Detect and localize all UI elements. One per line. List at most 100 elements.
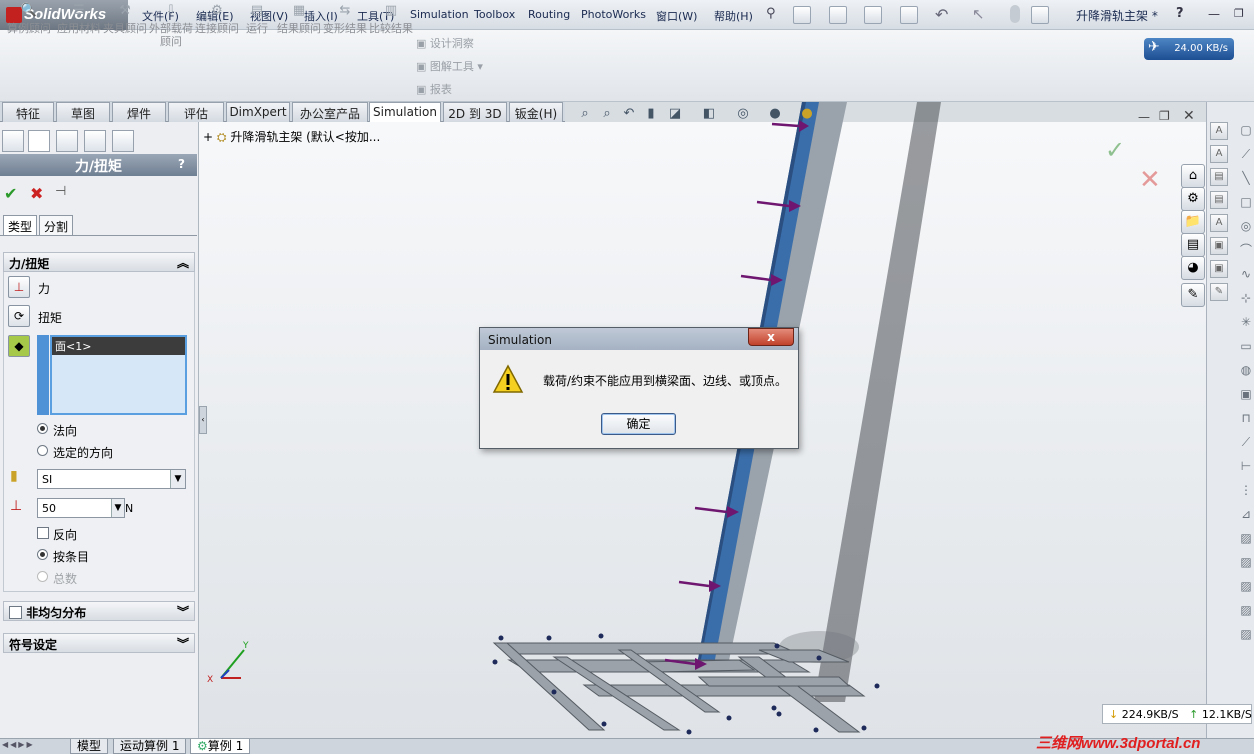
- rebuild-icon[interactable]: [1010, 5, 1020, 23]
- undo-icon[interactable]: ↶: [935, 5, 948, 24]
- pin-icon[interactable]: ⚲: [766, 6, 776, 21]
- task-icon-8[interactable]: ✎: [1210, 283, 1228, 301]
- tab-motion-study-1[interactable]: 运动算例 1: [113, 739, 187, 754]
- tab-study-1[interactable]: ⚙算例 1: [190, 739, 251, 754]
- tab-type[interactable]: 类型: [3, 215, 38, 235]
- menu-simulation[interactable]: Simulation: [410, 8, 469, 21]
- nonuniform-group-header[interactable]: 非均匀分布 ︾: [3, 601, 195, 621]
- nonuniform-checkbox[interactable]: [9, 606, 22, 619]
- report-button[interactable]: ▣ 报表: [416, 81, 452, 97]
- new-document-icon[interactable]: [793, 6, 811, 24]
- scene-icon[interactable]: ●: [798, 106, 816, 124]
- task-icon-2[interactable]: A: [1210, 145, 1228, 163]
- compare-results-button[interactable]: ▥ 比较结果: [366, 4, 416, 35]
- fixtures-advisor-button[interactable]: ⚒ 夹具顾问: [100, 4, 150, 35]
- restore-window-icon[interactable]: ❐: [1234, 7, 1244, 20]
- symbol-settings-group-header[interactable]: 符号设定 ︾: [3, 633, 195, 653]
- tab-weldments[interactable]: 焊件: [112, 102, 166, 122]
- open-document-icon[interactable]: [829, 6, 847, 24]
- study-advisor-button[interactable]: 🔍 算例顾问: [4, 4, 54, 35]
- torque-option[interactable]: 扭矩: [38, 309, 62, 326]
- edit-appearance-icon[interactable]: ●: [766, 106, 784, 124]
- task-icon-7[interactable]: ▣: [1210, 260, 1228, 278]
- print-icon[interactable]: [900, 6, 918, 24]
- deformed-result-button[interactable]: ⇆ 变形结果: [320, 4, 370, 35]
- task-icon-6[interactable]: ▣: [1210, 237, 1228, 255]
- tab-features[interactable]: 特征: [2, 102, 54, 122]
- help-icon[interactable]: ?: [1176, 6, 1184, 21]
- hide-show-items-icon[interactable]: ◎: [734, 106, 752, 124]
- feature-manager-tab-icon[interactable]: [2, 130, 24, 152]
- menu-toolbox[interactable]: Toolbox: [474, 8, 515, 21]
- dimxpert-manager-tab-icon[interactable]: [84, 130, 106, 152]
- task-icon-3[interactable]: ▤: [1210, 168, 1228, 186]
- viewport-restore-icon[interactable]: ❐: [1159, 109, 1170, 123]
- tab-split[interactable]: 分割: [39, 215, 74, 235]
- sketch-toolbar-strip[interactable]: ▢ ⟋ ╲ □ ◎ ⌒ ∿ ⊹ ✳ ▭ ◍ ▣ ⊓ ⟋ ⊢ ⋮ ⊿ ▨ ▨ ▨ ▨ ▨: [1238, 118, 1254, 718]
- menu-help[interactable]: 帮助(H): [714, 8, 753, 24]
- torque-icon[interactable]: ⟳: [8, 305, 30, 327]
- force-option[interactable]: 力: [38, 280, 50, 297]
- selection-item[interactable]: 面<1>: [52, 337, 185, 355]
- view-orientation-icon[interactable]: ◪: [666, 106, 684, 124]
- expand-chevron-icon[interactable]: ︾: [177, 635, 189, 652]
- plot-tools-button[interactable]: ▣ 图解工具 ▾: [416, 58, 483, 74]
- design-insight-button[interactable]: ▣ 设计洞察: [416, 35, 474, 51]
- previous-view-icon[interactable]: ↶: [620, 106, 638, 124]
- options-icon[interactable]: [1031, 6, 1049, 24]
- force-torque-group-header[interactable]: 力/扭矩 ︽: [3, 252, 195, 272]
- selection-list[interactable]: 面<1>: [50, 335, 187, 415]
- dropdown-arrow-icon[interactable]: ▼: [170, 470, 185, 488]
- panel-splitter-handle[interactable]: ‹: [199, 406, 207, 434]
- dialog-ok-button[interactable]: 确定: [601, 413, 676, 435]
- force-icon[interactable]: ⊥: [8, 276, 30, 298]
- minimize-window-icon[interactable]: —: [1208, 7, 1220, 21]
- display-manager-tab-icon[interactable]: [112, 130, 134, 152]
- zoom-to-fit-icon[interactable]: ⌕: [576, 106, 594, 124]
- zoom-to-area-icon[interactable]: ⌕: [598, 106, 616, 124]
- viewport-close-icon[interactable]: ✕: [1183, 108, 1195, 124]
- results-advisor-button[interactable]: ▦ 结果顾问: [274, 4, 324, 35]
- pm-help-button[interactable]: ?: [178, 157, 185, 171]
- tab-sketch[interactable]: 草图: [56, 102, 110, 122]
- apply-material-button[interactable]: ☰ 应用材料: [54, 4, 104, 35]
- section-view-icon[interactable]: ▮: [642, 106, 660, 124]
- home-icon[interactable]: ⌂: [1181, 164, 1205, 188]
- selected-direction-radio[interactable]: [37, 445, 48, 456]
- tab-model[interactable]: 模型: [70, 739, 109, 754]
- configuration-manager-tab-icon[interactable]: [56, 130, 78, 152]
- unit-system-select[interactable]: SI ▼: [37, 469, 186, 489]
- force-value-input[interactable]: 50 ▼: [37, 498, 125, 518]
- resources-icon[interactable]: ⚙: [1181, 187, 1205, 211]
- total-radio[interactable]: [37, 571, 48, 582]
- tab-scroll-arrows-icon[interactable]: ◀◀▶▶: [2, 740, 64, 753]
- view-palette-icon[interactable]: ▤: [1181, 233, 1205, 257]
- per-item-radio[interactable]: [37, 549, 48, 560]
- appearances-icon[interactable]: ◕: [1181, 256, 1205, 280]
- select-arrow-icon[interactable]: ↖: [972, 5, 985, 23]
- external-loads-button[interactable]: ⇩ 外部载荷顾问: [146, 4, 196, 48]
- display-style-icon[interactable]: ◧: [700, 106, 718, 124]
- task-icon-5[interactable]: A: [1210, 214, 1228, 232]
- expand-icon[interactable]: +: [203, 130, 217, 144]
- unit-dropdown-icon[interactable]: ▼: [111, 499, 124, 517]
- expand-chevron-icon[interactable]: ︾: [177, 603, 189, 620]
- property-manager-tab-icon[interactable]: [28, 130, 50, 152]
- custom-properties-icon[interactable]: ✎: [1181, 283, 1205, 307]
- feature-tree-root[interactable]: + ⛭ 升降滑轨主架 (默认<按加...: [203, 128, 380, 145]
- task-icon-4[interactable]: ▤: [1210, 191, 1228, 209]
- viewport-minimize-icon[interactable]: —: [1138, 110, 1150, 124]
- menu-window[interactable]: 窗口(W): [656, 8, 697, 24]
- dialog-close-button[interactable]: x: [748, 328, 794, 346]
- ok-check-icon[interactable]: ✔: [4, 184, 17, 203]
- cancel-x-icon[interactable]: ✖: [30, 184, 43, 203]
- pushpin-icon[interactable]: ⊣: [55, 184, 66, 199]
- task-icon-1[interactable]: A: [1210, 122, 1228, 140]
- menu-photoworks[interactable]: PhotoWorks: [581, 8, 646, 21]
- folder-icon[interactable]: 📁: [1181, 210, 1205, 234]
- reverse-direction-checkbox[interactable]: [37, 527, 49, 539]
- menu-routing[interactable]: Routing: [528, 8, 570, 21]
- normal-direction-radio[interactable]: [37, 423, 48, 434]
- collapse-icon[interactable]: ︽: [177, 254, 189, 271]
- save-icon[interactable]: [864, 6, 882, 24]
